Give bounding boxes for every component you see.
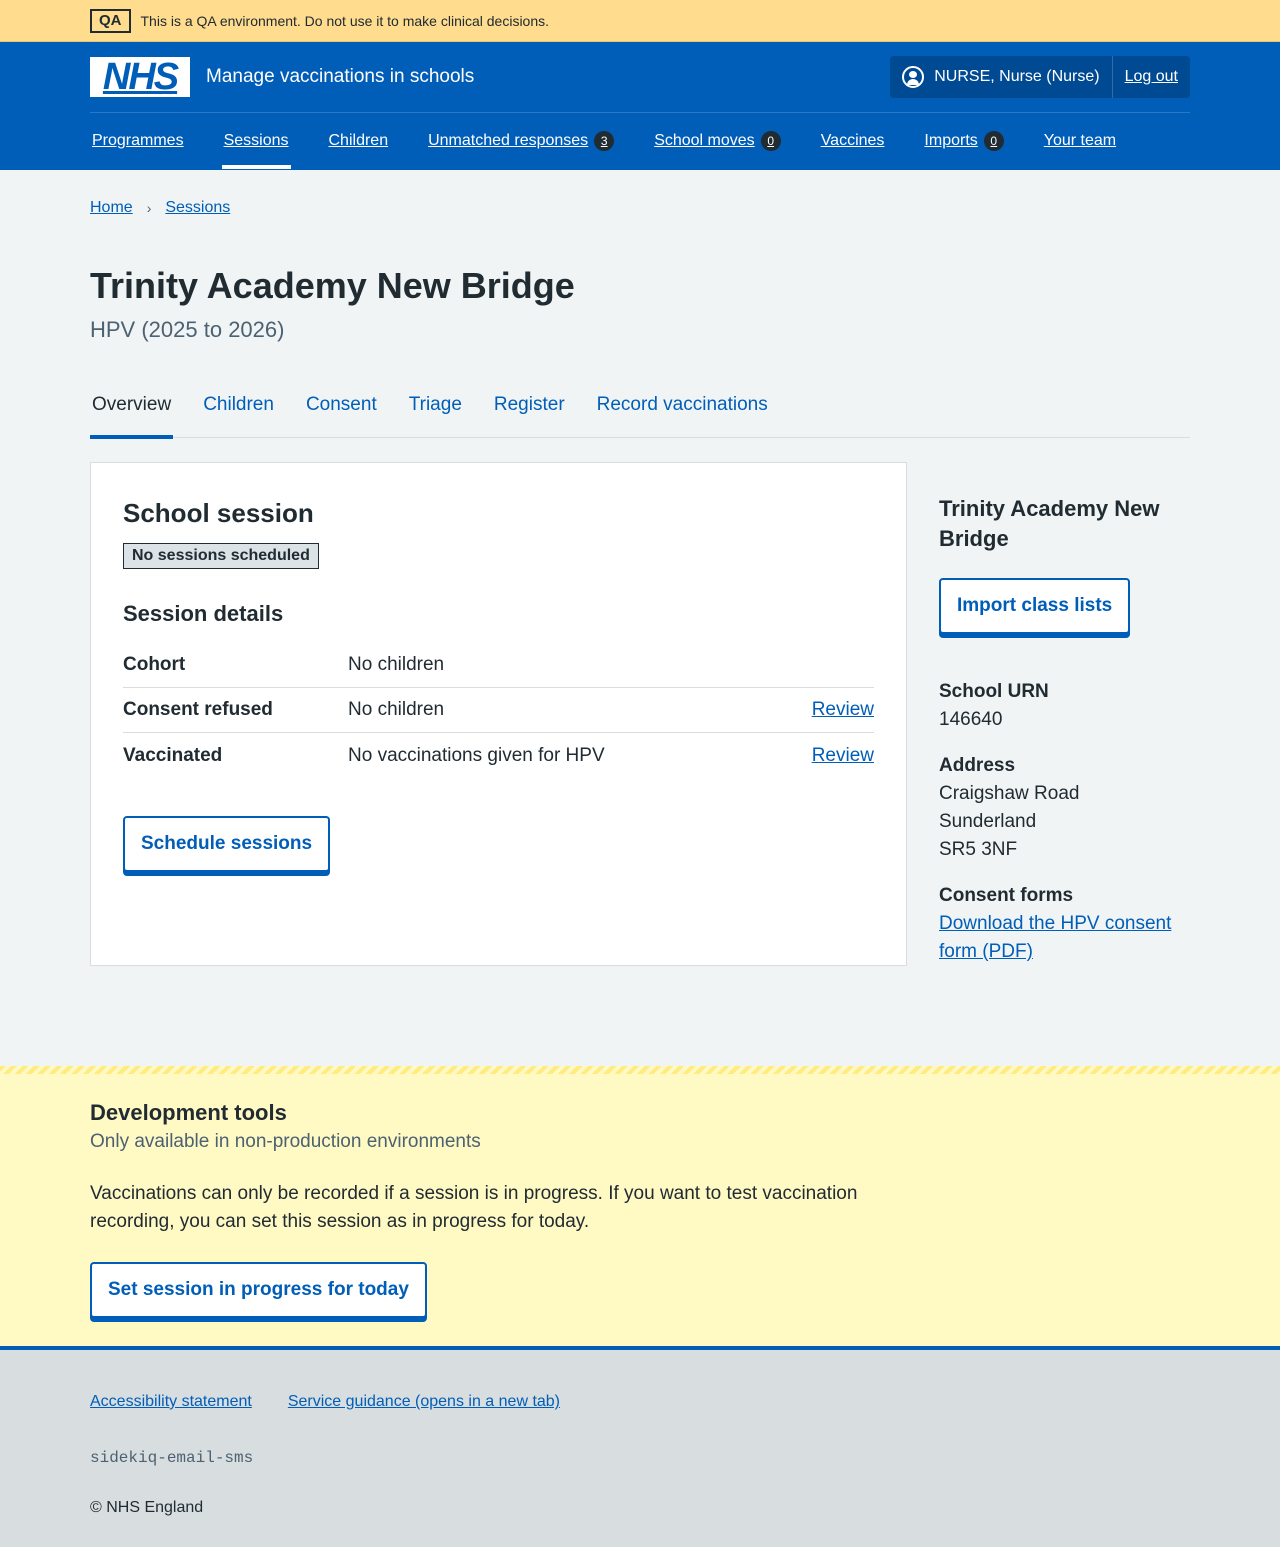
nav-item-label: Imports xyxy=(924,132,978,149)
summary-value: No children xyxy=(348,699,445,720)
status-badge: No sessions scheduled xyxy=(123,543,319,569)
nav-item-label: Your team xyxy=(1043,132,1117,149)
nhs-logo-text: NHS xyxy=(102,56,179,98)
download-consent-form-link[interactable]: Download the HPV consent form (PDF) xyxy=(939,913,1171,962)
tab-consent[interactable]: Consent xyxy=(304,380,379,438)
tab-overview[interactable]: Overview xyxy=(90,380,174,439)
session-details-list: Cohort No children Consent refused No ch… xyxy=(123,643,874,778)
address-line: SR5 3NF xyxy=(939,839,1018,860)
devtools-description: Vaccinations can only be recorded if a s… xyxy=(90,1183,858,1232)
nav-item-vaccines[interactable]: Vaccines xyxy=(819,113,887,169)
page-title: Trinity Academy New Bridge xyxy=(90,265,575,306)
qa-message: This is a QA environment. Do not use it … xyxy=(140,13,550,29)
summary-key: Vaccinated xyxy=(123,744,223,766)
chevron-right-icon: › xyxy=(146,200,152,216)
devtools-subtitle: Only available in non-production environ… xyxy=(90,1131,481,1152)
summary-value: No vaccinations given for HPV xyxy=(348,744,605,766)
address-label: Address xyxy=(939,755,1016,776)
set-session-in-progress-button[interactable]: Set session in progress for today xyxy=(90,1262,427,1318)
nav-item-school-moves[interactable]: School moves 0 xyxy=(652,113,783,169)
count-badge: 0 xyxy=(760,131,781,151)
address-line: Craigshaw Road xyxy=(939,783,1080,804)
service-name[interactable]: Manage vaccinations in schools xyxy=(206,63,474,91)
nav-item-programmes[interactable]: Programmes xyxy=(90,113,186,169)
tab-children[interactable]: Children xyxy=(201,380,276,438)
nav-item-label: School moves xyxy=(654,132,755,149)
nav-item-label: Children xyxy=(328,132,389,149)
count-badge: 3 xyxy=(594,131,615,151)
summary-row-cohort: Cohort No children xyxy=(123,643,874,688)
nav-item-label: Programmes xyxy=(92,132,184,149)
nav-item-your-team[interactable]: Your team xyxy=(1042,113,1118,169)
card-title: School session xyxy=(123,498,314,528)
development-tools: Development tools Only available in non-… xyxy=(0,1066,1280,1350)
devtools-title: Development tools xyxy=(90,1100,287,1125)
nav-item-label: Unmatched responses xyxy=(428,132,589,149)
school-urn-label: School URN xyxy=(939,681,1049,702)
secondary-tabs: Overview Children Consent Triage Registe… xyxy=(90,380,1190,439)
account-user: NURSE, Nurse (Nurse) xyxy=(890,56,1113,98)
logout-link[interactable]: Log out xyxy=(1113,63,1190,91)
nav-item-sessions[interactable]: Sessions xyxy=(221,113,291,169)
review-vaccinated-link[interactable]: Review xyxy=(812,742,874,770)
qa-tag: QA xyxy=(90,9,131,33)
session-details-heading: Session details xyxy=(123,601,284,626)
nav-item-label: Sessions xyxy=(223,132,289,149)
school-sidebar: Trinity Academy New Bridge Import class … xyxy=(939,462,1190,966)
account-menu: NURSE, Nurse (Nurse) Log out xyxy=(890,56,1190,98)
footer-links: Accessibility statement Service guidance… xyxy=(90,1388,1190,1416)
nav-item-label: Vaccines xyxy=(820,132,885,149)
nav-item-children[interactable]: Children xyxy=(327,113,391,169)
import-class-lists-button[interactable]: Import class lists xyxy=(939,578,1131,634)
environment-code: sidekiq-email-sms xyxy=(90,1449,254,1467)
summary-value: No children xyxy=(348,654,445,675)
main-nav: Programmes Sessions Children Unmatched r… xyxy=(90,113,1190,169)
summary-key: Consent refused xyxy=(123,699,273,720)
accessibility-statement-link[interactable]: Accessibility statement xyxy=(90,1388,252,1416)
service-guidance-link[interactable]: Service guidance (opens in a new tab) xyxy=(288,1388,560,1416)
count-badge: 0 xyxy=(983,131,1004,151)
copyright: © NHS England xyxy=(90,1499,204,1516)
nav-item-unmatched-responses[interactable]: Unmatched responses 3 xyxy=(426,113,616,169)
breadcrumb-sessions[interactable]: Sessions xyxy=(165,194,230,222)
school-session-card: School session No sessions scheduled Ses… xyxy=(90,462,907,966)
school-urn-value: 146640 xyxy=(939,709,1003,730)
nhs-logo[interactable]: NHS xyxy=(90,57,190,97)
summary-row-consent-refused: Consent refused No children Review xyxy=(123,688,874,733)
breadcrumb: Home › Sessions xyxy=(90,170,1190,246)
qa-banner: QA This is a QA environment. Do not use … xyxy=(0,0,1280,42)
summary-row-vaccinated: Vaccinated No vaccinations given for HPV… xyxy=(123,733,874,778)
sidebar-title: Trinity Academy New Bridge xyxy=(939,496,1160,551)
summary-key: Cohort xyxy=(123,654,186,675)
schedule-sessions-button[interactable]: Schedule sessions xyxy=(123,816,331,872)
page-caption: HPV (2025 to 2026) xyxy=(90,317,285,342)
user-name: NURSE, Nurse (Nurse) xyxy=(934,68,1100,85)
tab-record-vaccinations[interactable]: Record vaccinations xyxy=(595,380,770,438)
site-footer: Accessibility statement Service guidance… xyxy=(0,1350,1280,1547)
consent-forms-label: Consent forms xyxy=(939,885,1074,906)
address-line: Sunderland xyxy=(939,811,1037,832)
review-consent-refused-link[interactable]: Review xyxy=(812,696,874,724)
main-content: Home › Sessions Trinity Academy New Brid… xyxy=(90,170,1190,966)
user-icon xyxy=(902,66,925,88)
breadcrumb-home[interactable]: Home xyxy=(90,194,133,222)
site-header: NHS Manage vaccinations in schools NURSE… xyxy=(0,42,1280,170)
tab-triage[interactable]: Triage xyxy=(407,380,464,438)
nav-item-imports[interactable]: Imports 0 xyxy=(922,113,1005,169)
tab-register[interactable]: Register xyxy=(492,380,567,438)
